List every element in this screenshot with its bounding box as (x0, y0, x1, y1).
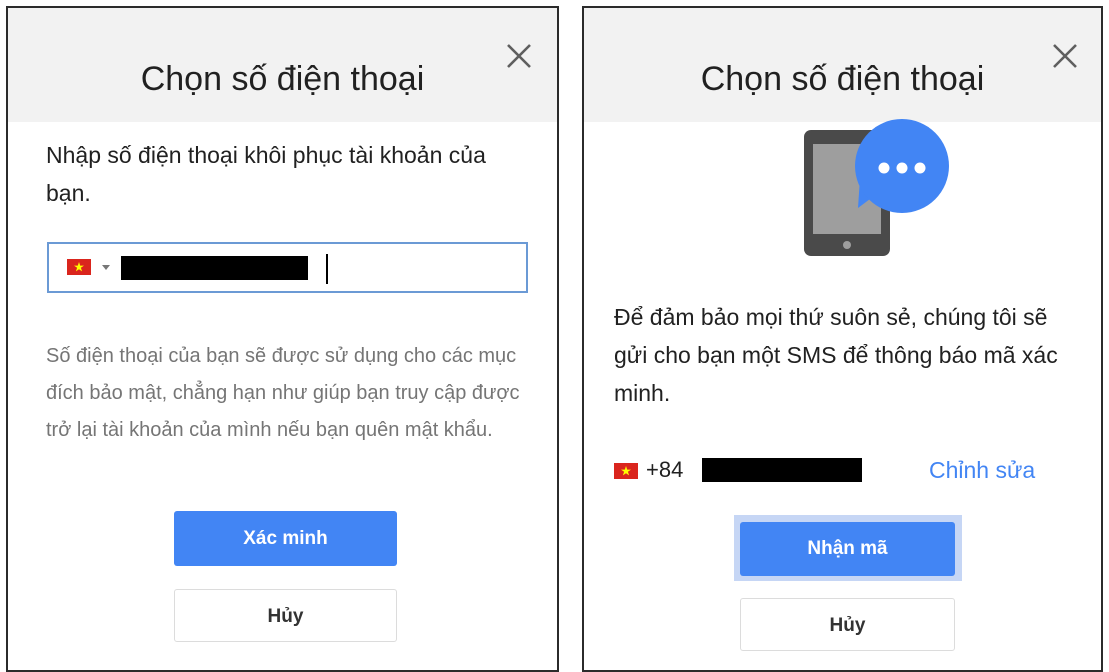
dialog-title: Chọn số điện thoại (140, 60, 425, 98)
recovery-prompt: Nhập số điện thoại khôi phục tài khoản c… (46, 142, 486, 206)
security-help-text: Số điện thoại của bạn sẽ được sử dụng ch… (46, 345, 520, 441)
cancel-button[interactable]: Hủy (174, 589, 397, 642)
redacted-phone-number (121, 256, 308, 280)
dropdown-caret-icon[interactable] (102, 265, 110, 270)
sms-message: Để đảm bảo mọi thứ suôn sẻ, chúng tôi sẽ… (614, 304, 1058, 406)
country-code: +84 (646, 457, 684, 482)
vietnam-flag-icon[interactable] (67, 259, 91, 275)
phone-sms-icon (804, 119, 949, 256)
verify-button[interactable]: Xác minh (174, 511, 397, 566)
vietnam-flag-icon (614, 463, 638, 479)
get-code-button[interactable]: Nhận mã (740, 522, 955, 576)
choose-phone-dialog-right: Chọn số điện thoại Để đảm bảo mọi thứ su… (582, 6, 1103, 672)
redacted-phone-number (702, 458, 862, 482)
cancel-button[interactable]: Hủy (740, 598, 955, 651)
close-icon[interactable] (503, 40, 535, 72)
dialog-title: Chọn số điện thoại (700, 60, 985, 98)
edit-phone-link[interactable]: Chỉnh sửa (929, 457, 1035, 484)
text-cursor (326, 254, 328, 284)
close-icon[interactable] (1049, 40, 1081, 72)
choose-phone-dialog-left: Chọn số điện thoại Nhập số điện thoại kh… (6, 6, 559, 672)
phone-number-field[interactable] (47, 242, 528, 293)
